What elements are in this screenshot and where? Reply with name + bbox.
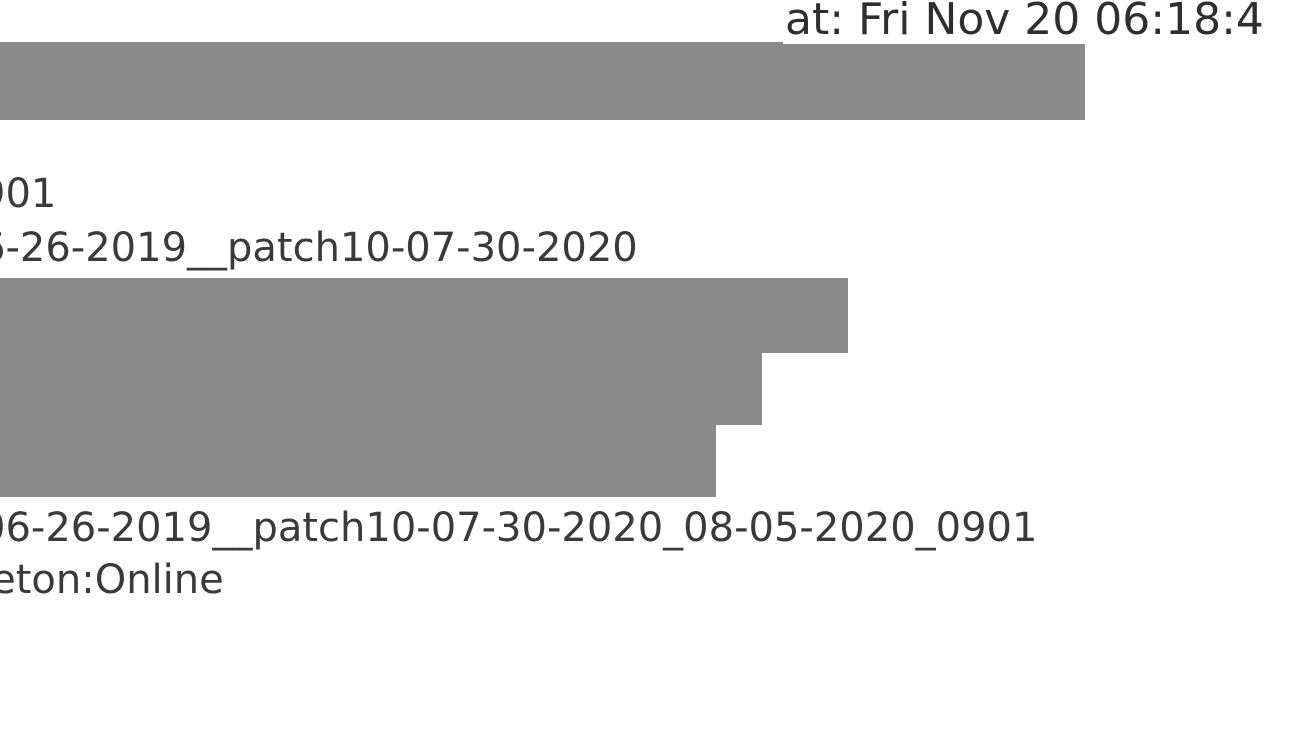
line-patch-2: 06-26-2019__patch10-07-30-2020_08-05-202…	[0, 508, 1037, 548]
timestamp-value: Fri Nov 20 06:18:4	[858, 0, 1264, 45]
redaction-bar-mid-1	[0, 278, 848, 353]
line-status: leton:Online	[0, 560, 224, 600]
line-patch-1: 6-26-2019__patch10-07-30-2020	[0, 228, 638, 268]
redaction-bar-mid-3	[0, 425, 716, 497]
redaction-bar-top	[0, 42, 1085, 120]
line-901: 901	[0, 174, 56, 214]
timestamp-prefix: at:	[785, 0, 858, 45]
timestamp-label: at: Fri Nov 20 06:18:4	[783, 0, 1266, 44]
redaction-bar-mid-2	[0, 353, 762, 425]
